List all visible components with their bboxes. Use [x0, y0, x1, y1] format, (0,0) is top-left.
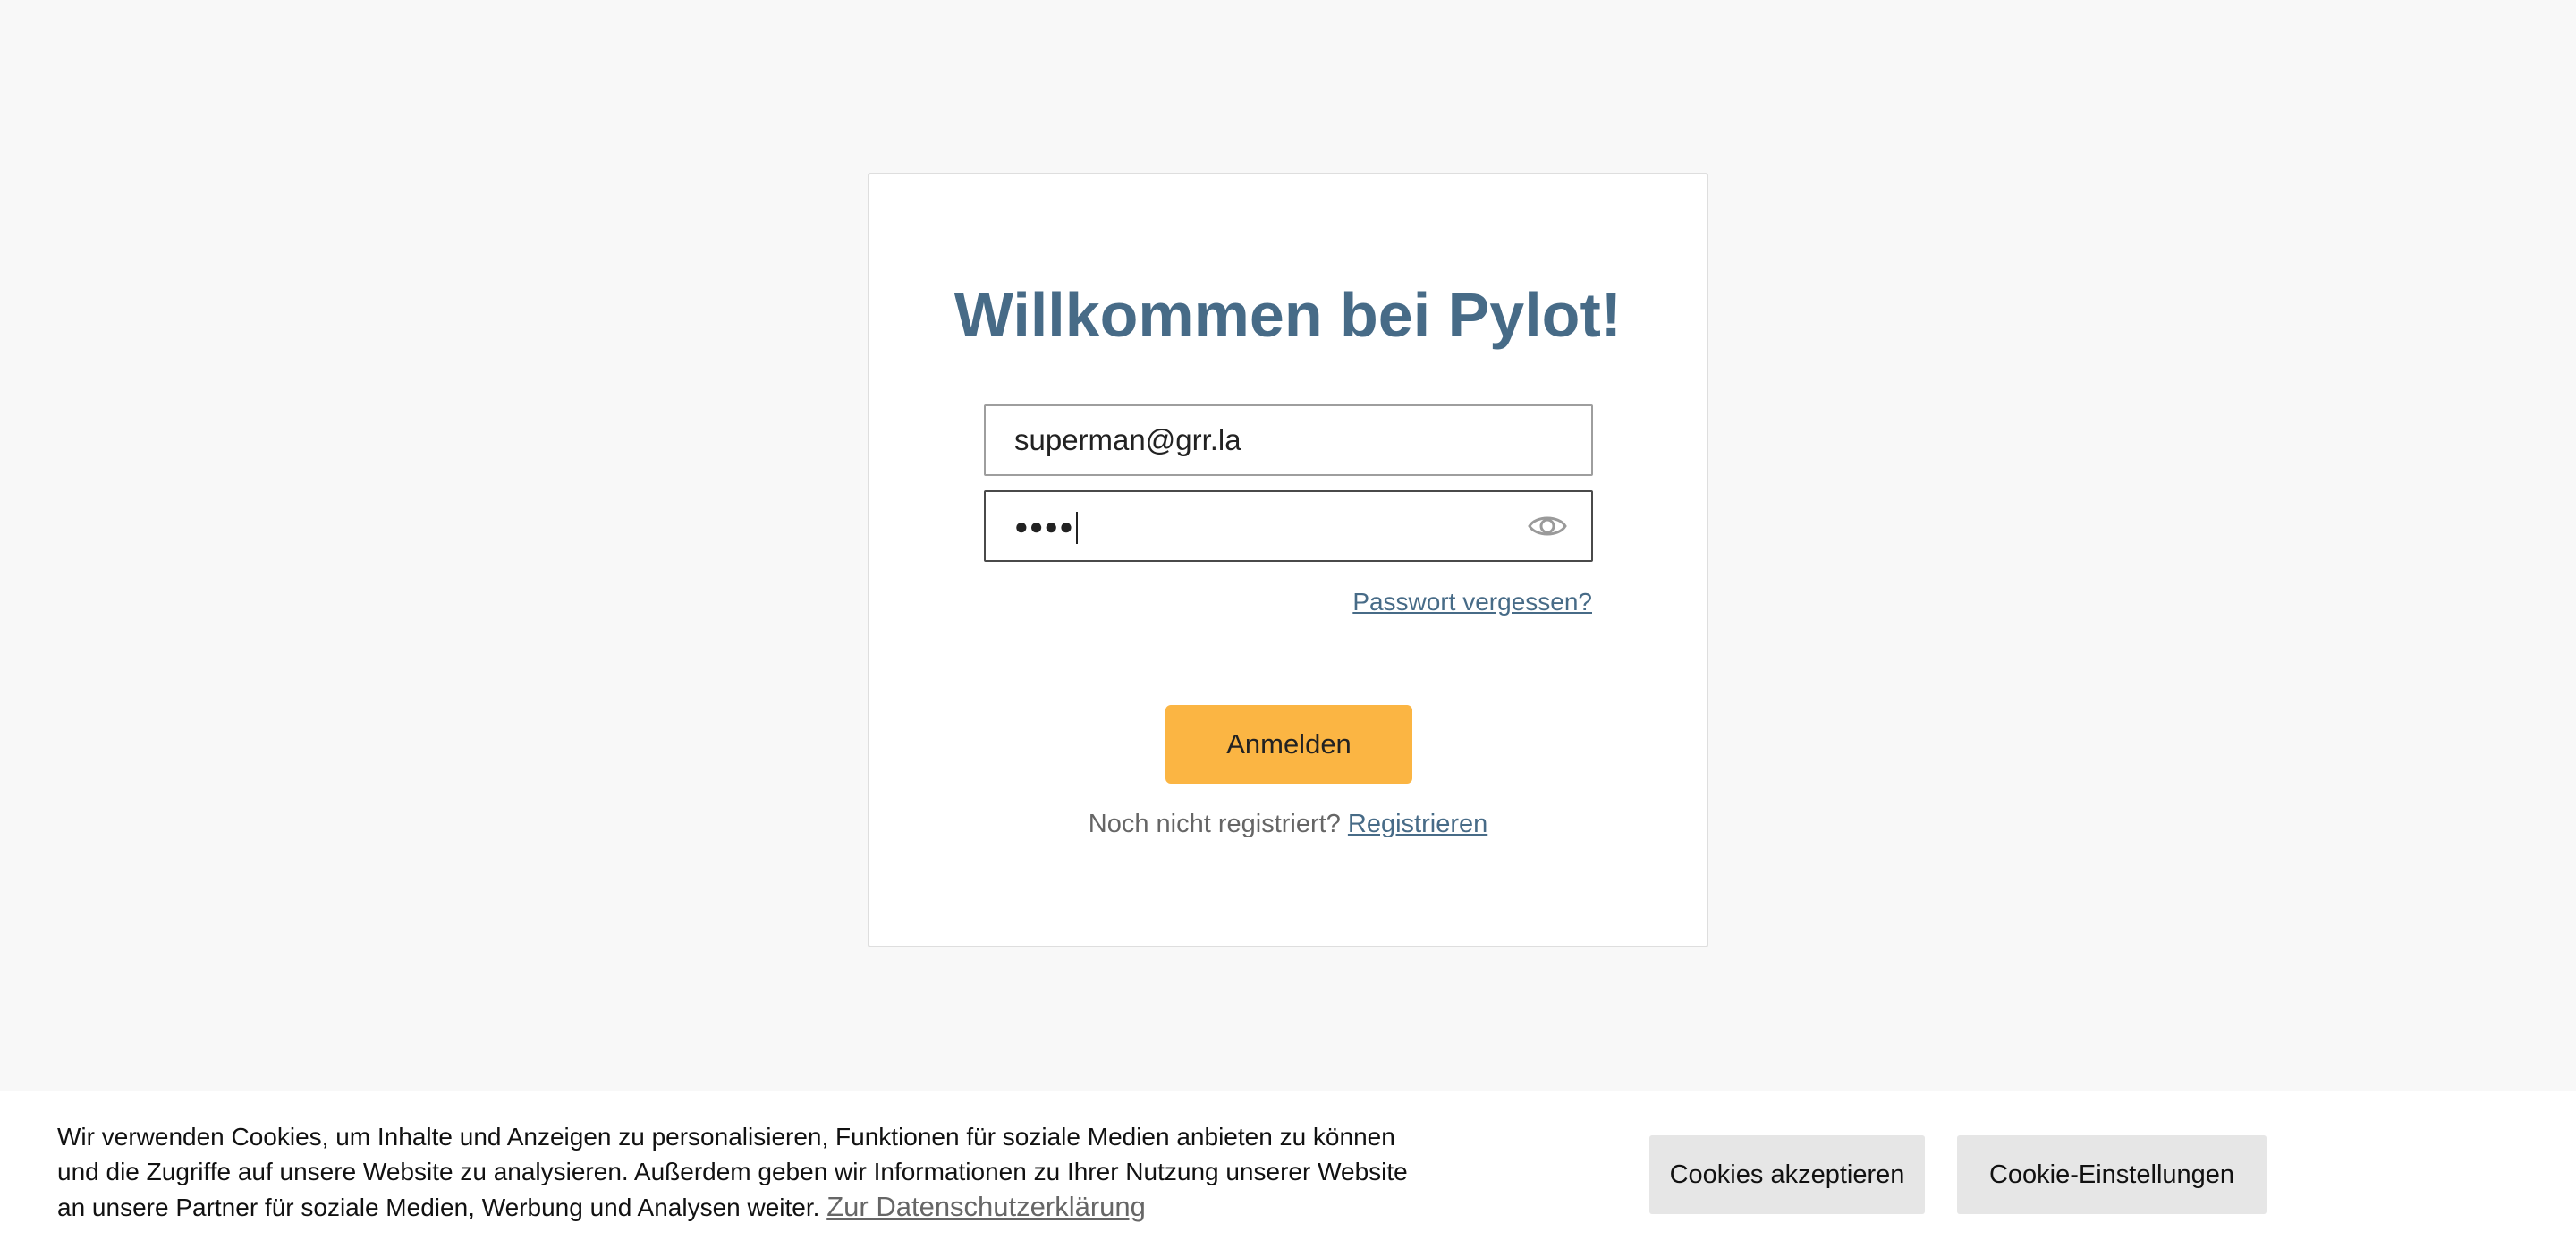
- text-caret: [1075, 512, 1078, 545]
- register-prompt: Noch nicht registriert? Registrieren: [869, 810, 1707, 839]
- cookie-banner: Wir verwenden Cookies, um Inhalte und An…: [0, 1091, 2576, 1249]
- privacy-policy-link[interactable]: Zur Datenschutzerklärung: [826, 1191, 1146, 1222]
- email-field[interactable]: superman@grr.la: [984, 404, 1593, 476]
- login-card: Willkommen bei Pylot! superman@grr.la ●●…: [868, 173, 1708, 947]
- forgot-password-link[interactable]: Passwort vergessen?: [1352, 588, 1592, 616]
- accept-cookies-button[interactable]: Cookies akzeptieren: [1649, 1135, 1925, 1214]
- login-page: Willkommen bei Pylot! superman@grr.la ●●…: [0, 0, 2576, 1249]
- cookie-banner-text: Wir verwenden Cookies, um Inhalte und An…: [57, 1119, 1417, 1225]
- page-title: Willkommen bei Pylot!: [953, 280, 1623, 350]
- password-value: ●●●●: [1014, 492, 1078, 560]
- register-link[interactable]: Registrieren: [1348, 810, 1487, 838]
- cookie-message: Wir verwenden Cookies, um Inhalte und An…: [57, 1123, 1408, 1221]
- email-value: superman@grr.la: [1014, 423, 1241, 456]
- eye-icon[interactable]: [1527, 510, 1568, 542]
- login-button[interactable]: Anmelden: [1165, 705, 1412, 784]
- cookie-settings-button[interactable]: Cookie-Einstellungen: [1957, 1135, 2267, 1214]
- register-prompt-text: Noch nicht registriert?: [1088, 810, 1341, 838]
- password-field[interactable]: ●●●●: [984, 490, 1593, 562]
